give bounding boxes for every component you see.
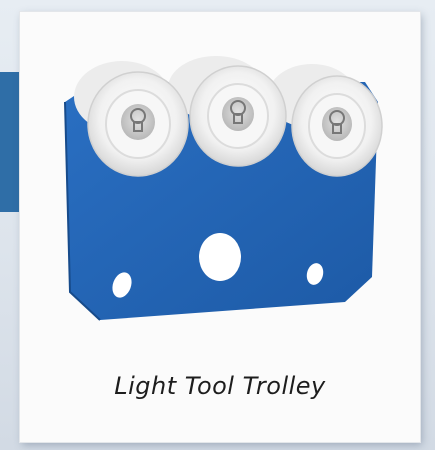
product-caption: Light Tool Trolley (114, 372, 326, 400)
roller-wheel-center (189, 65, 287, 167)
mount-hole-large (199, 233, 241, 281)
product-card[interactable]: Light Tool Trolley (20, 12, 420, 442)
roller-wheel-left (87, 71, 189, 177)
background-accent-stripe (0, 72, 22, 212)
trolley-illustration (64, 56, 383, 321)
roller-wheel-right (291, 75, 383, 177)
